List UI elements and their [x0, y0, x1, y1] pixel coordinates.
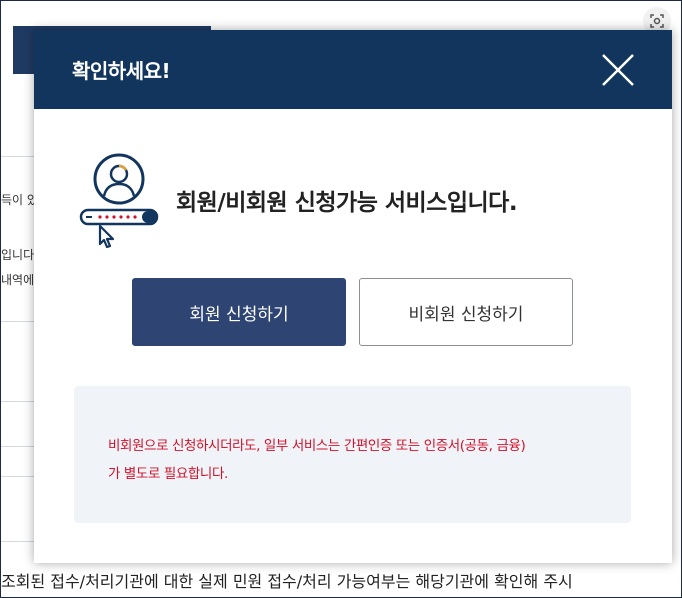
background-side-text: 입니다 [1, 248, 35, 262]
info-box: 비회원으로 신청하시더라도, 일부 서비스는 간편인증 또는 인증서(공동, 금… [74, 386, 631, 523]
button-row: 회원 신청하기 비회원 신청하기 [132, 278, 573, 346]
user-login-icon [79, 153, 159, 248]
divider [1, 321, 37, 322]
notice-text: 회원/비회원 신청가능 서비스입니다. [176, 190, 518, 216]
member-apply-button[interactable]: 회원 신청하기 [132, 278, 346, 346]
close-button[interactable] [600, 52, 636, 88]
info-text-line1: 비회원으로 신청하시더라도, 일부 서비스는 간편인증 또는 인증서(공동, 금… [108, 438, 526, 454]
background-side-text: 내역에 [1, 273, 35, 287]
close-icon [602, 53, 634, 86]
notice-row: 회원/비회원 신청가능 서비스입니다. [78, 152, 518, 248]
divider [1, 476, 37, 477]
confirm-modal: 확인하세요! 회원/비회원 신청가능 서비스입니다. 회원 신청하기 비회원 신… [34, 30, 672, 563]
info-text-line2: 가 별도로 필요합니다. [108, 466, 228, 482]
background-bottom-text: 조회된 접수/처리기관에 대한 실제 민원 접수/처리 가능여부는 해당기관에 … [1, 572, 573, 591]
background-side-text: 득이 있 [1, 193, 35, 207]
modal-header: 확인하세요! [34, 30, 672, 109]
divider [1, 446, 37, 447]
divider [1, 541, 37, 542]
modal-title: 확인하세요! [72, 59, 171, 83]
guest-apply-button[interactable]: 비회원 신청하기 [359, 278, 573, 346]
divider [1, 156, 37, 157]
divider [1, 401, 37, 402]
